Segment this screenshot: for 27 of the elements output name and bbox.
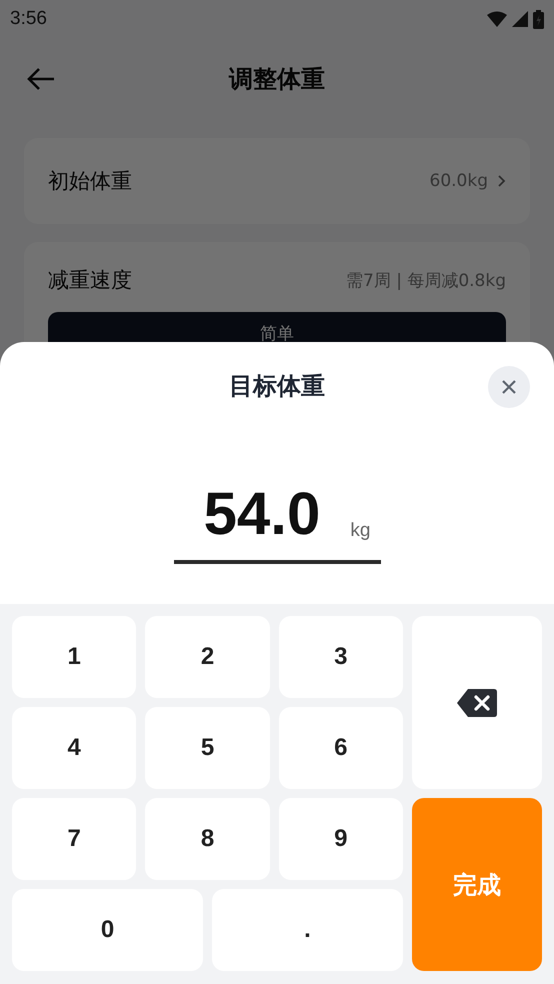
- setting-row[interactable]: 初始体重 60.0kg: [24, 138, 530, 224]
- keypad-key[interactable]: 1: [12, 616, 136, 698]
- signal-icon: [512, 11, 528, 27]
- close-button[interactable]: [488, 366, 530, 408]
- keypad-key[interactable]: .: [212, 889, 403, 971]
- wifi-icon: [487, 11, 507, 27]
- keypad-key[interactable]: 6: [278, 707, 403, 789]
- keypad-key[interactable]: 4: [12, 707, 136, 789]
- setting-label: 减重速度: [48, 267, 132, 294]
- keypad-key[interactable]: 7: [12, 798, 136, 880]
- backspace-icon: [456, 688, 498, 718]
- status-time: 3:56: [10, 8, 47, 30]
- keypad-key[interactable]: 9: [278, 798, 403, 880]
- keypad-key[interactable]: 5: [145, 707, 270, 789]
- setting-value: 需7周 | 每周减0.8kg: [346, 270, 506, 292]
- keypad-key[interactable]: 8: [145, 798, 270, 880]
- chevron-right-icon: [498, 175, 506, 187]
- back-arrow-icon[interactable]: [26, 67, 56, 91]
- page-title: 调整体重: [229, 64, 325, 95]
- keypad-key[interactable]: 2: [145, 616, 270, 698]
- keypad-key[interactable]: 3: [278, 616, 403, 698]
- weight-field[interactable]: 54.0 kg: [174, 430, 380, 564]
- backspace-button[interactable]: [412, 616, 542, 789]
- sheet-title: 目标体重: [229, 371, 325, 402]
- close-icon: [501, 379, 517, 395]
- keypad-key[interactable]: 0: [12, 889, 203, 971]
- battery-icon: [533, 10, 544, 28]
